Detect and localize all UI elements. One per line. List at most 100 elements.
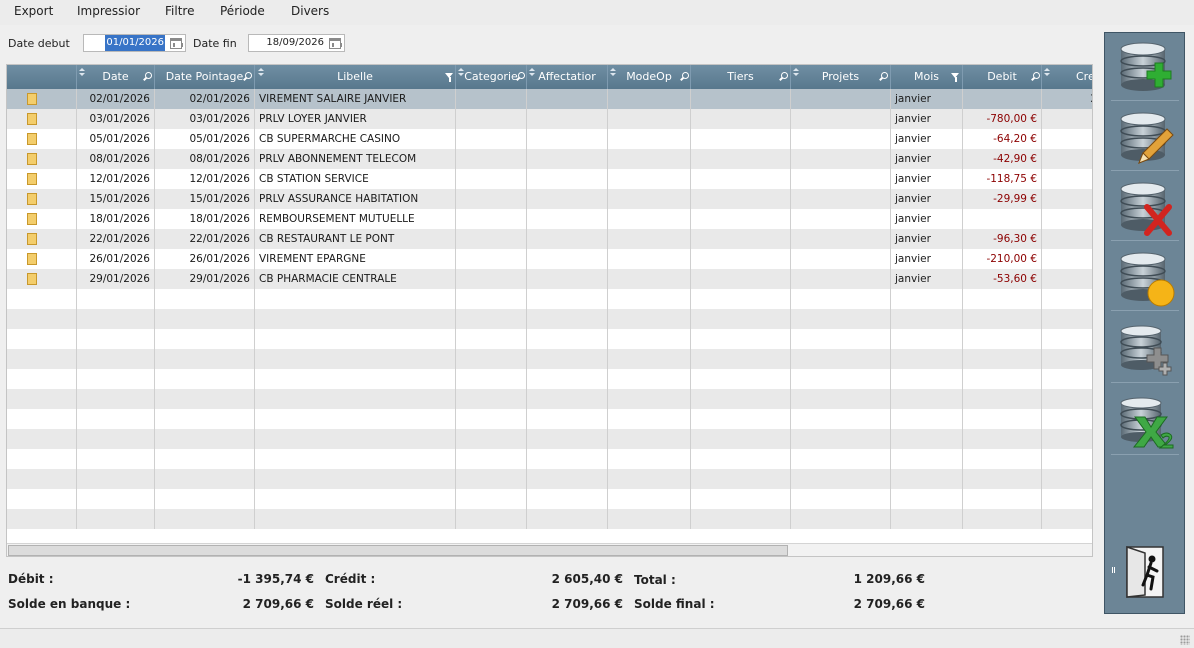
table-cell bbox=[608, 309, 691, 329]
table-cell bbox=[891, 289, 963, 309]
table-cell: janvier bbox=[891, 149, 963, 169]
table-row[interactable]: 18/01/2026 18/01/2026 REMBOURSEMENT MUTUEL… bbox=[7, 209, 1092, 229]
document-icon[interactable] bbox=[27, 173, 37, 185]
menu-impression[interactable]: Impressior bbox=[77, 4, 140, 18]
table-cell: -64,20 € bbox=[963, 129, 1042, 149]
table-cell: VIREMENT SALAIRE JANVIER bbox=[255, 89, 456, 109]
table-cell bbox=[456, 429, 527, 449]
sort-icon[interactable] bbox=[258, 68, 264, 78]
sort-icon[interactable] bbox=[793, 68, 799, 78]
calendar-icon[interactable] bbox=[329, 38, 342, 49]
search-icon[interactable] bbox=[879, 72, 888, 81]
date-fin-field[interactable]: 18/09/2026 bbox=[248, 34, 345, 52]
calendar-icon[interactable] bbox=[170, 38, 183, 49]
column-header-tiers[interactable]: Tiers bbox=[691, 65, 791, 89]
document-icon[interactable] bbox=[27, 193, 37, 205]
table-row[interactable]: 03/01/2026 03/01/2026 PRLV LOYER JANVIER ja… bbox=[7, 109, 1092, 129]
column-header-modeop[interactable]: ModeOp bbox=[608, 65, 691, 89]
column-header-projets[interactable]: Projets bbox=[791, 65, 891, 89]
search-icon[interactable] bbox=[1031, 72, 1040, 81]
date-debut-field[interactable]: 01/01/2026 bbox=[83, 34, 186, 52]
sort-icon[interactable] bbox=[458, 68, 464, 78]
document-icon[interactable] bbox=[27, 273, 37, 285]
table-row[interactable]: 02/01/2026 02/01/2026 VIREMENT SALAIRE JAN… bbox=[7, 89, 1092, 109]
table-cell: 12/01/2026 bbox=[155, 169, 255, 189]
table-row[interactable]: 22/01/2026 22/01/2026 CB RESTAURANT LE PON… bbox=[7, 229, 1092, 249]
document-icon[interactable] bbox=[27, 93, 37, 105]
search-icon[interactable] bbox=[680, 72, 689, 81]
document-icon[interactable] bbox=[27, 133, 37, 145]
column-header-affectation[interactable]: Affectatior bbox=[527, 65, 608, 89]
resize-grip-icon[interactable] bbox=[1180, 635, 1190, 645]
table-cell bbox=[691, 109, 791, 129]
sort-icon[interactable] bbox=[1044, 68, 1050, 78]
table-row[interactable]: 15/01/2026 15/01/2026 PRLV ASSURANCE HABIT… bbox=[7, 189, 1092, 209]
table-cell: -210,00 € bbox=[963, 249, 1042, 269]
menu-periode[interactable]: Période bbox=[220, 4, 265, 18]
column-header-mois[interactable]: Mois bbox=[891, 65, 963, 89]
edit-record-button[interactable] bbox=[1111, 107, 1179, 171]
table-cell bbox=[7, 249, 77, 269]
document-icon[interactable] bbox=[27, 153, 37, 165]
search-icon[interactable] bbox=[243, 72, 252, 81]
filter-icon[interactable] bbox=[951, 73, 960, 83]
column-header-date-pointage[interactable]: Date Pointage bbox=[155, 65, 255, 89]
table-cell bbox=[77, 349, 155, 369]
column-header-label: Libelle bbox=[337, 70, 373, 83]
document-icon[interactable] bbox=[27, 113, 37, 125]
table-cell bbox=[527, 249, 608, 269]
table-cell bbox=[255, 329, 456, 349]
table-cell bbox=[1042, 329, 1092, 349]
table-row[interactable]: 12/01/2026 12/01/2026 CB STATION SERVICE ja… bbox=[7, 169, 1092, 189]
date-fin-value[interactable]: 18/09/2026 bbox=[266, 35, 324, 51]
table-row[interactable]: 05/01/2026 05/01/2026 CB SUPERMARCHE CASIN… bbox=[7, 129, 1092, 149]
table-cell bbox=[1042, 409, 1092, 429]
table-cell bbox=[456, 249, 527, 269]
column-header-icon[interactable] bbox=[7, 65, 77, 89]
table-cell bbox=[77, 509, 155, 529]
sort-icon[interactable] bbox=[529, 68, 535, 78]
table-cell bbox=[608, 489, 691, 509]
filter-icon[interactable] bbox=[445, 73, 454, 83]
column-header-libelle[interactable]: Libelle bbox=[255, 65, 456, 89]
menu-divers[interactable]: Divers bbox=[291, 4, 329, 18]
table-row[interactable]: 08/01/2026 08/01/2026 PRLV ABONNEMENT TELE… bbox=[7, 149, 1092, 169]
empty-table-row bbox=[7, 369, 1092, 389]
status-record-button[interactable] bbox=[1111, 247, 1179, 311]
scrollbar-thumb[interactable] bbox=[8, 545, 788, 556]
search-icon[interactable] bbox=[516, 72, 525, 81]
horizontal-scrollbar[interactable] bbox=[7, 543, 1092, 556]
table-row[interactable]: 29/01/2026 29/01/2026 CB PHARMACIE CENTRAL… bbox=[7, 269, 1092, 289]
table-cell: janvier bbox=[891, 109, 963, 129]
table-cell: PRLV ABONNEMENT TELECOM bbox=[255, 149, 456, 169]
database-excel-export-icon bbox=[1120, 397, 1174, 449]
table-row[interactable]: 26/01/2026 26/01/2026 VIREMENT EPARGNE janv… bbox=[7, 249, 1092, 269]
menu-export[interactable]: Export bbox=[14, 4, 53, 18]
sort-icon[interactable] bbox=[79, 68, 85, 78]
table-cell bbox=[155, 389, 255, 409]
excel-export-button[interactable] bbox=[1111, 391, 1179, 455]
table-cell bbox=[7, 409, 77, 429]
table-cell bbox=[255, 489, 456, 509]
date-debut-value[interactable]: 01/01/2026 bbox=[105, 35, 165, 51]
menu-filtre[interactable]: Filtre bbox=[165, 4, 194, 18]
duplicate-record-button[interactable] bbox=[1111, 319, 1179, 383]
table-cell bbox=[527, 349, 608, 369]
table-cell bbox=[608, 449, 691, 469]
document-icon[interactable] bbox=[27, 253, 37, 265]
search-icon[interactable] bbox=[779, 72, 788, 81]
column-header-categorie[interactable]: Categorie bbox=[456, 65, 527, 89]
document-icon[interactable] bbox=[27, 233, 37, 245]
exit-button[interactable] bbox=[1123, 545, 1167, 599]
document-icon[interactable] bbox=[27, 213, 37, 225]
sort-icon[interactable] bbox=[610, 68, 616, 78]
search-icon[interactable] bbox=[143, 72, 152, 81]
column-header-label: Cre bbox=[1076, 70, 1093, 83]
column-header-debit[interactable]: Debit bbox=[963, 65, 1042, 89]
column-header-date[interactable]: Date bbox=[77, 65, 155, 89]
table-cell: janvier bbox=[891, 89, 963, 109]
table-cell bbox=[691, 309, 791, 329]
delete-record-button[interactable] bbox=[1111, 177, 1179, 241]
table-cell bbox=[791, 389, 891, 409]
add-record-button[interactable] bbox=[1111, 37, 1179, 101]
